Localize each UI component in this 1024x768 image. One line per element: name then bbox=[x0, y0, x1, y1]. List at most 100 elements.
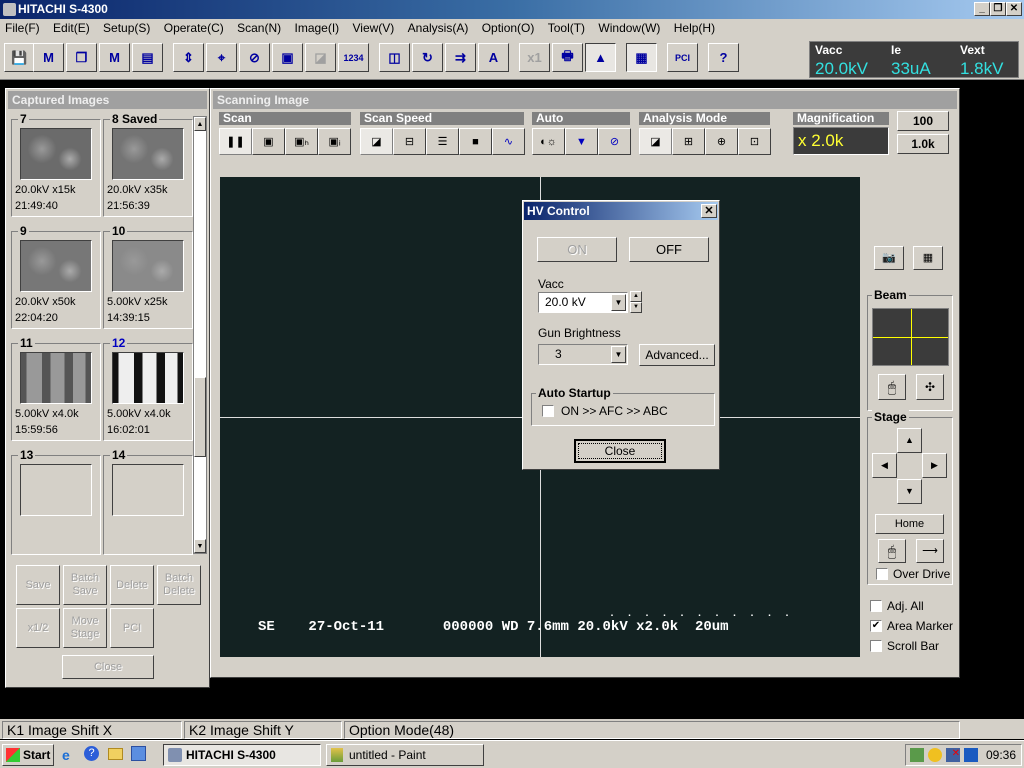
thumbnail-item[interactable]: 10 5.00kV x25k 14:39:15 bbox=[103, 224, 193, 329]
analysis-normal-button[interactable]: ◪ bbox=[639, 128, 672, 155]
menu-setup[interactable]: Setup(S) bbox=[98, 19, 155, 38]
toolbar-button-pci[interactable]: PCI bbox=[667, 43, 698, 72]
thumbnail-image[interactable] bbox=[112, 464, 184, 516]
thumbnail-image[interactable] bbox=[112, 352, 184, 404]
thumbnail-item[interactable]: 13 bbox=[11, 448, 101, 555]
minimize-button[interactable]: _ bbox=[974, 2, 990, 16]
hv-off-button[interactable]: OFF bbox=[629, 237, 709, 262]
menu-analysis[interactable]: Analysis(A) bbox=[403, 19, 474, 38]
menu-image[interactable]: Image(I) bbox=[289, 19, 344, 38]
thumbnail-item[interactable]: 8 Saved 20.0kV x35k 21:56:39 bbox=[103, 112, 193, 217]
start-button[interactable]: Start bbox=[2, 744, 54, 766]
delete-button[interactable]: Delete bbox=[110, 565, 154, 605]
toolbar-button-crosshair[interactable]: ⌖ bbox=[206, 43, 237, 72]
menu-file[interactable]: File(F) bbox=[0, 19, 45, 38]
vacc-select[interactable]: 20.0 kV ▼ bbox=[538, 292, 628, 313]
menu-tool[interactable]: Tool(T) bbox=[543, 19, 590, 38]
pause-scan-button[interactable]: ❚❚ bbox=[219, 128, 252, 155]
chevron-down-icon[interactable]: ▼ bbox=[611, 294, 626, 311]
speed-slow2-button[interactable]: ☰ bbox=[426, 128, 459, 155]
analysis-area-button[interactable]: ⊡ bbox=[738, 128, 771, 155]
hv-dialog-close-icon[interactable]: ✕ bbox=[701, 204, 717, 218]
move-stage-button[interactable]: Move Stage bbox=[63, 608, 107, 648]
pci-button[interactable]: PCI bbox=[110, 608, 154, 648]
analysis-line-button[interactable]: ⊞ bbox=[672, 128, 705, 155]
advanced-button[interactable]: Advanced... bbox=[639, 344, 715, 366]
batch-save-button[interactable]: Batch Save bbox=[63, 565, 107, 605]
scroll-thumb[interactable] bbox=[194, 377, 206, 457]
help-center-icon[interactable]: ? bbox=[84, 746, 99, 761]
auto-startup-checkbox[interactable] bbox=[542, 405, 554, 417]
toolbar-button-multi-memory[interactable]: M bbox=[99, 43, 130, 72]
reduced-area-button[interactable]: ■ bbox=[459, 128, 492, 155]
stage-goto-button[interactable]: ⟶ bbox=[916, 539, 944, 563]
menu-option[interactable]: Option(O) bbox=[477, 19, 540, 38]
stage-left-button[interactable]: ◀ bbox=[872, 453, 897, 478]
memory-h-button[interactable]: ▣ₕ bbox=[285, 128, 318, 155]
close-window-button[interactable]: ✕ bbox=[1006, 2, 1022, 16]
toolbar-button-x1[interactable]: x1 bbox=[519, 43, 550, 72]
scroll-bar-checkbox[interactable] bbox=[870, 640, 882, 652]
beam-mouse-button[interactable]: 🖱 bbox=[878, 374, 906, 400]
thumbnail-item[interactable]: 9 20.0kV x50k 22:04:20 bbox=[11, 224, 101, 329]
menu-edit[interactable]: Edit(E) bbox=[48, 19, 95, 38]
task-hitachi[interactable]: HITACHI S-4300 bbox=[163, 744, 321, 766]
save-button[interactable]: Save bbox=[16, 565, 60, 605]
thumbnail-image[interactable] bbox=[20, 464, 92, 516]
thumbnail-image[interactable] bbox=[112, 240, 184, 292]
beam-center-button[interactable]: ✣ bbox=[916, 374, 944, 400]
chevron-down-icon[interactable]: ▼ bbox=[611, 346, 626, 363]
hv-close-button[interactable]: Close bbox=[574, 439, 666, 463]
close-panel-button[interactable]: Close bbox=[62, 655, 154, 679]
toolbar-button-save[interactable]: 💾 bbox=[4, 43, 35, 72]
toolbar-button-print[interactable]: 🖶 bbox=[552, 43, 583, 72]
half-size-button[interactable]: x1/2 bbox=[16, 608, 60, 648]
restore-button[interactable]: ❐ bbox=[990, 2, 1006, 16]
stage-home-button[interactable]: Home bbox=[875, 514, 944, 534]
toolbar-button-cascade-windows[interactable]: ❐ bbox=[66, 43, 97, 72]
toolbar-button-dual-screen[interactable]: ◫ bbox=[379, 43, 410, 72]
bluetooth-tray-icon[interactable] bbox=[964, 748, 978, 762]
toolbar-button-scan-window[interactable]: ▦ bbox=[626, 43, 657, 72]
network-tray-icon[interactable] bbox=[910, 748, 924, 762]
toolbar-button-align[interactable]: ⇕ bbox=[173, 43, 204, 72]
thumbnail-image[interactable] bbox=[112, 128, 184, 180]
adj-all-checkbox[interactable] bbox=[870, 600, 882, 612]
auto-brightness-button[interactable]: ◐☼ bbox=[532, 128, 565, 155]
toolbar-button-data-display[interactable]: 1234 bbox=[338, 43, 369, 72]
batch-delete-button[interactable]: Batch Delete bbox=[157, 565, 201, 605]
scroll-up-button[interactable]: ▲ bbox=[194, 117, 206, 131]
speed-slow1-button[interactable]: ⊟ bbox=[393, 128, 426, 155]
scroll-down-button[interactable]: ▼ bbox=[194, 539, 206, 553]
toolbar-button-help[interactable]: ? bbox=[708, 43, 739, 72]
mag-preset-100-button[interactable]: 100 bbox=[897, 111, 949, 131]
thumbnail-image[interactable] bbox=[20, 128, 92, 180]
stage-down-button[interactable]: ▼ bbox=[897, 479, 922, 504]
hv-on-button[interactable]: ON bbox=[537, 237, 617, 262]
speed-rapid-button[interactable]: ◪ bbox=[360, 128, 393, 155]
memory-scan-button[interactable]: ▣ bbox=[252, 128, 285, 155]
toolbar-button-histogram[interactable]: ▲ bbox=[585, 43, 616, 72]
area-marker-checkbox[interactable]: ✔ bbox=[870, 620, 882, 632]
task-paint[interactable]: untitled - Paint bbox=[326, 744, 484, 766]
toolbar-button-signal[interactable]: ⇉ bbox=[445, 43, 476, 72]
toolbar-button-stigma[interactable]: ⊘ bbox=[239, 43, 270, 72]
vacc-spin-down[interactable]: ▼ bbox=[630, 302, 642, 313]
thumbnail-item[interactable]: 7 20.0kV x15k 21:49:40 bbox=[11, 112, 101, 217]
outlook-icon[interactable] bbox=[131, 746, 146, 761]
memory-i-button[interactable]: ▣ᵢ bbox=[318, 128, 351, 155]
analysis-point-button[interactable]: ⊕ bbox=[705, 128, 738, 155]
thumbnail-item[interactable]: 12 5.00kV x4.0k 16:02:01 bbox=[103, 336, 193, 441]
line-profile-button[interactable]: ∿ bbox=[492, 128, 525, 155]
folder-icon[interactable] bbox=[108, 748, 123, 760]
toolbar-button-memory-save[interactable]: M bbox=[33, 43, 64, 72]
auto-focus-button[interactable]: ▼ bbox=[565, 128, 598, 155]
over-drive-checkbox[interactable] bbox=[876, 568, 888, 580]
ie-icon[interactable]: e bbox=[62, 747, 70, 763]
mag-preset-1k-button[interactable]: 1.0k bbox=[897, 134, 949, 154]
thumbnail-item[interactable]: 11 5.00kV x4.0k 15:59:56 bbox=[11, 336, 101, 441]
camera-button[interactable]: 📷 bbox=[874, 246, 904, 270]
menu-operate[interactable]: Operate(C) bbox=[159, 19, 229, 38]
menu-window[interactable]: Window(W) bbox=[593, 19, 665, 38]
thumbnail-image[interactable] bbox=[20, 240, 92, 292]
